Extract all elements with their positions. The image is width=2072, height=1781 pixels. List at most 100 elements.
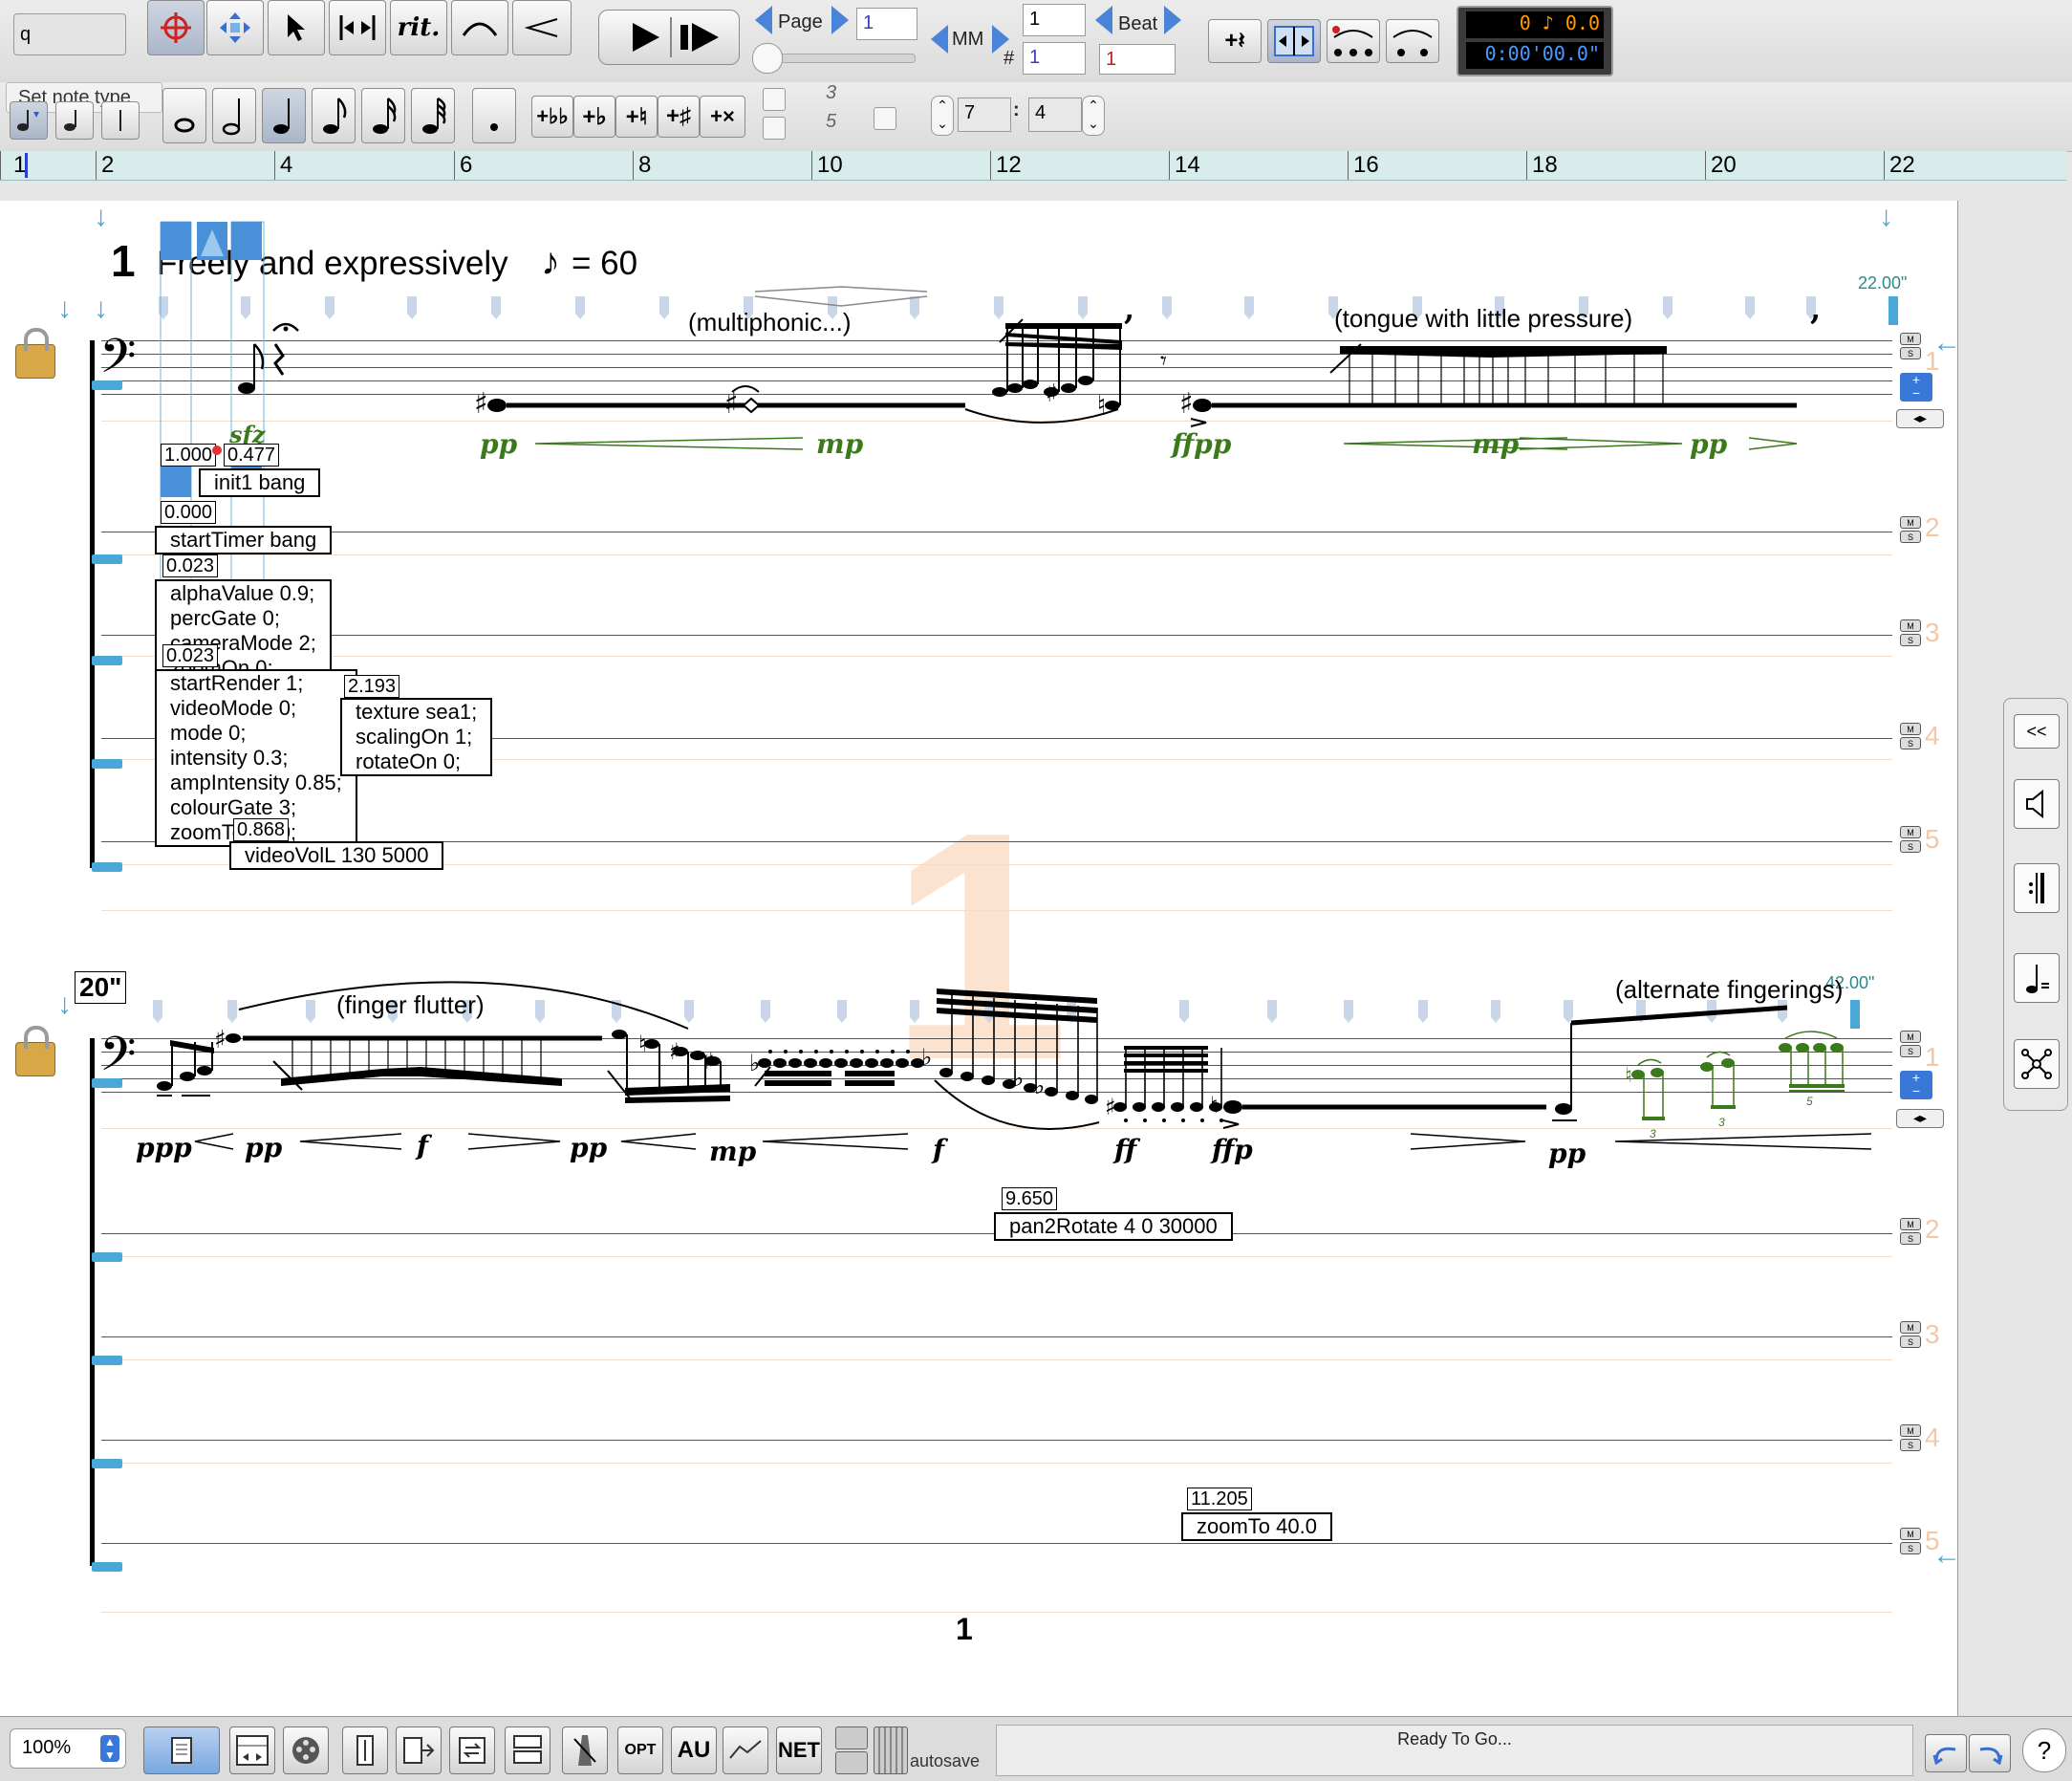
dynamic-marking: mp <box>709 1136 757 1167</box>
add-double-sharp-button[interactable]: +× <box>700 96 745 138</box>
playhead-cursor[interactable] <box>25 153 28 178</box>
mute-solo-toggle[interactable]: MS <box>1900 333 1921 361</box>
zoom-select[interactable]: 100% ▲ ▼ <box>10 1728 126 1769</box>
redo-button[interactable] <box>1969 1734 2011 1772</box>
dot-icon <box>490 123 498 131</box>
add-flat-button[interactable]: +♭ <box>573 96 615 138</box>
mute-solo-toggle[interactable]: MS <box>1900 723 1921 751</box>
quarter-note-button[interactable] <box>262 88 306 143</box>
hairpin-tool-button[interactable] <box>512 0 572 55</box>
mute-solo-toggle[interactable]: MS <box>1900 1031 1921 1059</box>
layout-button[interactable] <box>229 1727 275 1774</box>
track-add-remove[interactable]: + − <box>1900 373 1932 402</box>
beat-field[interactable]: 1 <box>1099 44 1176 75</box>
track-add-remove[interactable]: + − <box>1900 1071 1932 1099</box>
mm-hash-field[interactable]: 1 <box>1023 42 1086 75</box>
ratio-den-stepper[interactable]: ⌃ ⌄ <box>1082 96 1105 136</box>
ratio-denominator-field[interactable]: 4 <box>1028 98 1082 132</box>
mute-solo-toggle[interactable]: MS <box>1900 826 1921 855</box>
dynamic-marking: mp <box>1472 428 1520 460</box>
mute-solo-toggle[interactable]: MS <box>1900 1321 1921 1350</box>
note-type-stem-up-button[interactable] <box>10 101 48 140</box>
mute-solo-toggle[interactable]: MS <box>1900 619 1921 648</box>
ratio-num-stepper[interactable]: ⌃ ⌄ <box>931 96 954 136</box>
score-canvas[interactable]: 1 1 Freely and expressively ♪ = 60 22.00… <box>0 201 1961 1716</box>
net-button[interactable]: NET <box>776 1727 822 1774</box>
triplet-checkbox[interactable] <box>763 88 786 111</box>
mute-solo-all-toggle[interactable] <box>835 1727 868 1774</box>
add-natural-button[interactable]: +♮ <box>615 96 658 138</box>
note-type-stem-down-button[interactable] <box>55 101 94 140</box>
network-button[interactable] <box>2014 1039 2060 1089</box>
mute-solo-toggle[interactable]: MS <box>1900 1528 1921 1556</box>
mute-solo-toggle[interactable]: MS <box>1900 516 1921 545</box>
track-resize-button[interactable]: ◂▸ <box>1896 409 1944 428</box>
note-tempo-button[interactable] <box>2014 953 2060 1003</box>
time-ruler[interactable]: 1 2 4 6 8 10 12 14 16 18 20 22 <box>0 151 2066 181</box>
track-handle[interactable] <box>92 1562 122 1572</box>
search-input[interactable]: q <box>13 13 126 55</box>
message-box[interactable]: init1 bang <box>199 468 321 497</box>
mute-solo-toggle[interactable]: MS <box>1900 1424 1921 1453</box>
add-rest-button[interactable]: +𝄽 <box>1208 19 1262 63</box>
instruments-button[interactable] <box>505 1727 550 1774</box>
mute-solo-toggle[interactable]: MS <box>1900 1218 1921 1247</box>
collapse-panel-button[interactable]: << <box>2014 714 2060 749</box>
slider-thumb[interactable] <box>752 43 783 74</box>
message-box[interactable]: zoomTo 40.0 <box>1181 1512 1332 1541</box>
message-box[interactable]: texture sea1; scalingOn 1; rotateOn 0; <box>340 698 493 776</box>
page-view-button[interactable] <box>143 1727 220 1774</box>
automation-button[interactable] <box>723 1727 768 1774</box>
eighth-note-button[interactable] <box>312 88 356 143</box>
track-line <box>101 1543 1892 1544</box>
insert-button[interactable] <box>396 1727 442 1774</box>
metronome-button[interactable] <box>562 1727 608 1774</box>
add-double-flat-button[interactable]: +♭♭ <box>531 96 573 138</box>
sixteenth-note-button[interactable] <box>361 88 405 143</box>
note-type-auto-button[interactable] <box>101 101 140 140</box>
track-handle[interactable] <box>92 1459 122 1468</box>
dynamic-marking: f <box>417 1130 429 1162</box>
playback-slider[interactable] <box>752 43 916 74</box>
add-sharp-button[interactable]: +♯ <box>658 96 700 138</box>
select-tool-button[interactable] <box>268 0 325 55</box>
beat-prev-icon[interactable] <box>1095 6 1112 34</box>
undo-button[interactable] <box>1925 1734 1967 1772</box>
sync-button[interactable] <box>449 1727 495 1774</box>
page-next-icon[interactable] <box>831 6 849 34</box>
spacing-tool-button[interactable] <box>1267 19 1321 63</box>
message-box[interactable]: pan2Rotate 4 0 30000 <box>994 1212 1233 1241</box>
target-tool-button[interactable] <box>147 0 205 55</box>
page-field[interactable]: 1 <box>856 8 917 40</box>
speaker-button[interactable] <box>2014 779 2060 829</box>
dot-button[interactable] <box>472 88 516 143</box>
message-box[interactable]: startTimer bang <box>155 526 333 554</box>
move-tool-button[interactable] <box>206 0 264 55</box>
play-button[interactable] <box>598 10 740 65</box>
palette-button[interactable] <box>283 1727 329 1774</box>
opt-button[interactable]: OPT <box>617 1727 663 1774</box>
barline-button[interactable] <box>2014 863 2060 913</box>
spacing-icon <box>1274 26 1314 56</box>
thirty-second-note-button[interactable] <box>411 88 455 143</box>
quintuplet-checkbox[interactable] <box>763 117 786 140</box>
tie-notes-button[interactable] <box>1327 19 1380 63</box>
mm-prev-icon[interactable] <box>931 25 948 54</box>
slur-notes-button[interactable] <box>1386 19 1439 63</box>
au-button[interactable]: AU <box>671 1727 717 1774</box>
half-note-button[interactable] <box>212 88 256 143</box>
beat-next-icon[interactable] <box>1164 6 1181 34</box>
fit-space-tool-button[interactable] <box>329 0 386 55</box>
mm-field[interactable]: 1 <box>1023 4 1086 36</box>
custom-tuplet-checkbox[interactable] <box>874 107 896 130</box>
track-resize-button[interactable]: ◂▸ <box>1896 1109 1944 1128</box>
page-prev-icon[interactable] <box>755 6 772 34</box>
ratio-numerator-field[interactable]: 7 <box>958 98 1011 132</box>
ritardando-tool-button[interactable]: rit. <box>390 0 447 55</box>
message-box[interactable]: videoVolL 130 5000 <box>229 841 444 870</box>
vertical-split-button[interactable] <box>342 1727 388 1774</box>
whole-note-button[interactable] <box>162 88 206 143</box>
slur-icon <box>462 22 498 36</box>
help-button[interactable]: ? <box>2022 1728 2066 1772</box>
slur-tool-button[interactable] <box>451 0 508 55</box>
